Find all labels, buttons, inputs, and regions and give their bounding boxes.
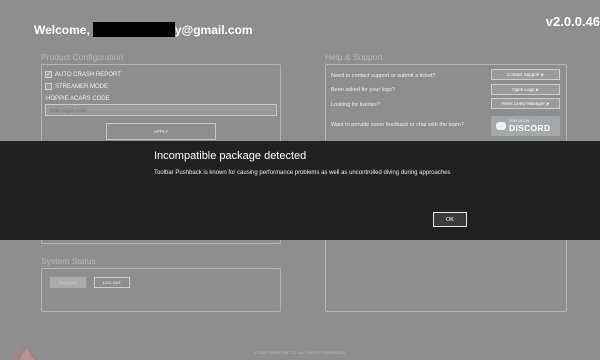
auto-crash-report-row[interactable]: ✓ AUTO CRASH REPORT bbox=[45, 71, 121, 78]
streamer-mode-label: STREAMER MODE bbox=[55, 83, 109, 90]
incompatible-package-dialog: Incompatible package detected Toolbar Pu… bbox=[0, 141, 600, 240]
running-status-button[interactable]: RUNNING bbox=[50, 277, 86, 288]
feedback-question: Want to provide some feedback or chat wi… bbox=[331, 122, 464, 128]
liveries-question: Looking for liveries? bbox=[331, 102, 380, 108]
copyright-footer: © 2024 FENIX SIM LTD. ALL RIGHTS RESERVE… bbox=[254, 350, 346, 355]
dialog-title: Incompatible package detected bbox=[154, 150, 307, 162]
contact-support-question: Need to contact support or submit a tick… bbox=[331, 73, 436, 79]
apply-button[interactable]: APPLY bbox=[106, 123, 216, 140]
livery-manager-button[interactable]: Fenix Livery Manager ⮞ bbox=[491, 98, 560, 109]
welcome-prefix: Welcome, bbox=[34, 22, 90, 37]
system-status-panel bbox=[41, 268, 281, 312]
streamer-mode-checkbox[interactable] bbox=[45, 83, 52, 90]
logon-code-input[interactable] bbox=[45, 104, 277, 116]
welcome-email-suffix: y@gmail.com bbox=[174, 22, 253, 37]
streamer-mode-row[interactable]: STREAMER MODE bbox=[45, 83, 108, 90]
auto-crash-report-label: AUTO CRASH REPORT bbox=[55, 71, 121, 78]
ok-button[interactable]: OK bbox=[433, 212, 467, 227]
check-icon: ✓ bbox=[45, 71, 52, 78]
contact-support-button[interactable]: Contact Support ⮞ bbox=[491, 69, 560, 80]
discord-text: JOIN US ON DISCORD bbox=[509, 119, 551, 133]
open-logs-question: Been asked for your logs? bbox=[331, 87, 395, 93]
app-version: v2.0.0.46 bbox=[545, 14, 600, 29]
welcome-message: Welcome, y@gmail.com bbox=[34, 22, 253, 37]
discord-button[interactable]: JOIN US ON DISCORD bbox=[491, 116, 560, 136]
discord-icon bbox=[496, 122, 506, 130]
help-support-title: Help & Support bbox=[325, 52, 383, 62]
system-status-title: System Status bbox=[41, 256, 96, 266]
log-out-button[interactable]: LOG OUT bbox=[94, 277, 130, 288]
hoppie-acars-label: HOPPIE ACARS CODE bbox=[46, 96, 110, 102]
product-configuration-title: Product Configuration bbox=[41, 52, 124, 62]
discord-label: DISCORD bbox=[509, 122, 551, 133]
open-logs-button[interactable]: Open Logs ⮞ bbox=[491, 84, 560, 95]
fenix-logo bbox=[12, 342, 38, 360]
dialog-message: Toolbar Pushback is known for causing pe… bbox=[154, 170, 451, 176]
redacted-email-block bbox=[92, 22, 175, 37]
auto-crash-report-checkbox[interactable]: ✓ bbox=[45, 71, 52, 78]
